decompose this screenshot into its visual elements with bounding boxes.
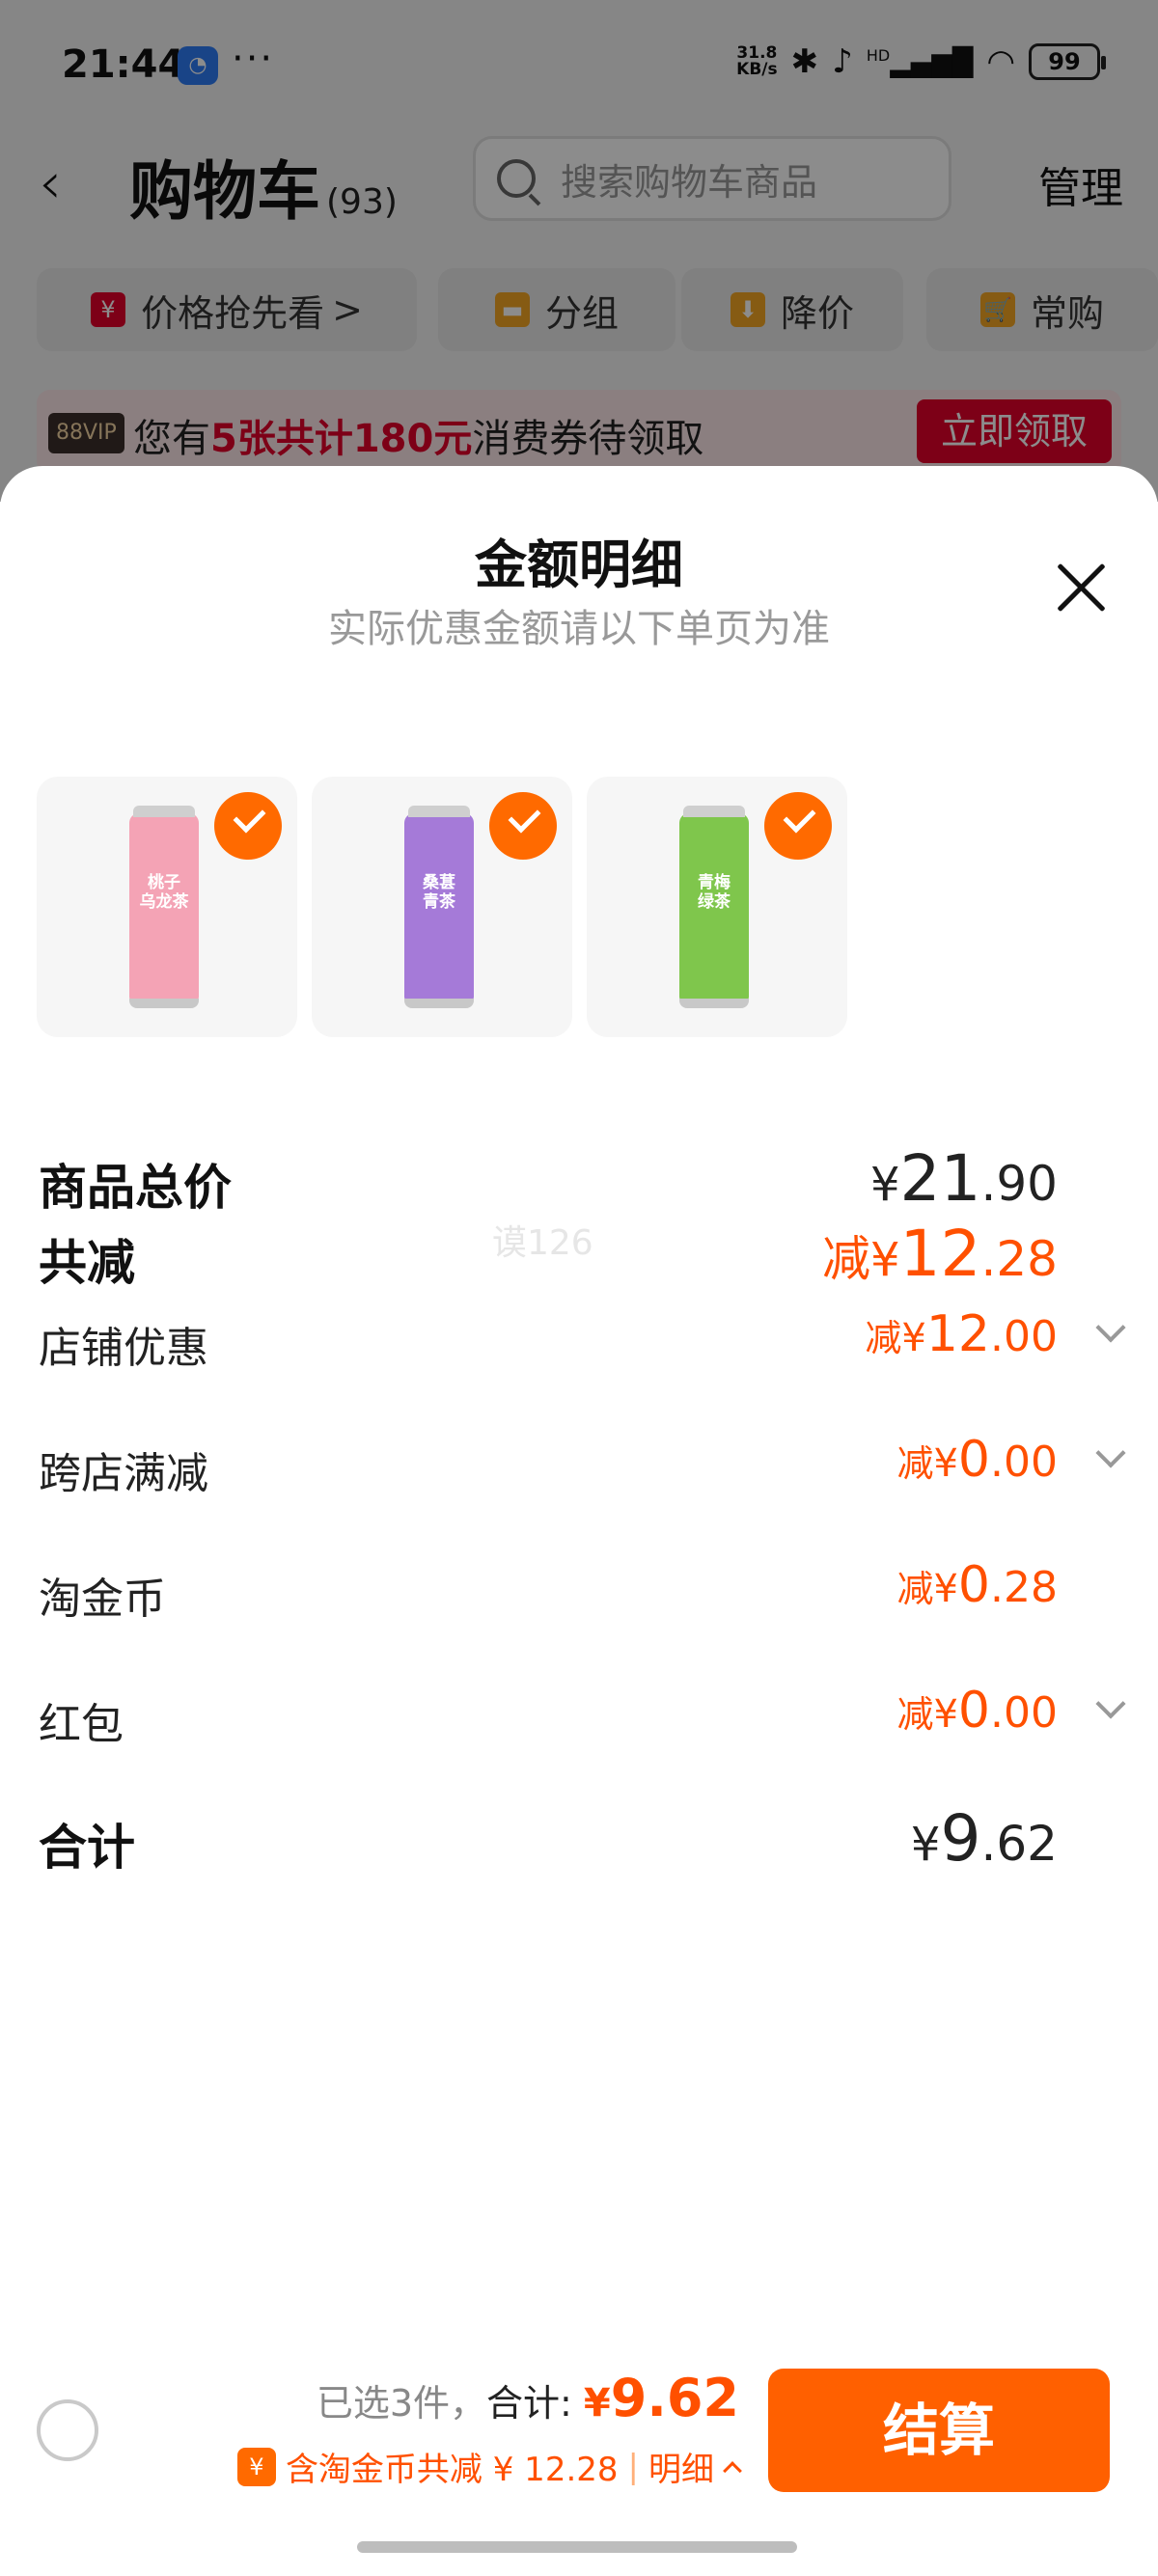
row-label: 淘金币 — [39, 1575, 166, 1624]
checked-icon[interactable] — [489, 792, 557, 860]
row-label: 红包 — [39, 1700, 124, 1749]
row-value: ¥9.62 — [910, 1801, 1058, 1876]
row-value: ¥21.90 — [869, 1141, 1058, 1216]
row-grand-total: 合计 ¥9.62 — [39, 1801, 1129, 1878]
chevron-down-icon[interactable] — [1095, 1438, 1126, 1468]
row-cross-store[interactable]: 跨店满减 减¥0.00 — [39, 1425, 1129, 1502]
chevron-up-icon — [723, 2460, 742, 2480]
product-card[interactable]: 桃子 乌龙茶 — [37, 777, 297, 1037]
checkout-button[interactable]: 结算 — [768, 2369, 1110, 2492]
tao-coin-icon: ¥ — [236, 2447, 276, 2486]
select-all-checkbox[interactable] — [37, 2399, 98, 2461]
close-icon[interactable] — [1052, 558, 1110, 616]
checked-icon[interactable] — [214, 792, 282, 860]
modal-overlay[interactable] — [0, 0, 1158, 502]
row-value: 减¥12.28 — [821, 1217, 1058, 1291]
row-tao-coins: 淘金币 减¥0.28 — [39, 1550, 1129, 1628]
row-value: 减¥0.28 — [896, 1556, 1058, 1614]
selection-summary: 已选3件，合计: ¥9.62 — [316, 2368, 739, 2428]
row-value: 减¥0.00 — [896, 1682, 1058, 1740]
sheet-title: 金额明细 — [475, 534, 683, 595]
row-label: 合计 — [39, 1820, 135, 1876]
row-label: 跨店满减 — [39, 1449, 208, 1498]
row-red-packet[interactable]: 红包 减¥0.00 — [39, 1676, 1129, 1753]
home-indicator[interactable] — [357, 2541, 797, 2553]
checkout-bar: 已选3件，合计: ¥9.62 ¥ 含淘金币共减 ¥ 12.28 | 明细 结算 — [0, 2354, 1158, 2508]
discount-detail-toggle[interactable]: ¥ 含淘金币共减 ¥ 12.28 | 明细 — [236, 2443, 742, 2490]
row-shop-discount[interactable]: 店铺优惠 减¥12.00 — [39, 1300, 1129, 1377]
chevron-down-icon[interactable] — [1095, 1312, 1126, 1343]
row-label: 商品总价 — [39, 1160, 232, 1216]
row-value: 减¥0.00 — [896, 1431, 1058, 1489]
product-card[interactable]: 青梅 绿茶 — [587, 777, 847, 1037]
row-goods-total: 商品总价 ¥21.90 — [39, 1141, 1129, 1219]
product-image: 青梅 绿茶 — [679, 806, 749, 1008]
checked-icon[interactable] — [764, 792, 832, 860]
product-card[interactable]: 桑葚 青茶 — [312, 777, 572, 1037]
chevron-down-icon[interactable] — [1095, 1688, 1126, 1719]
total-price: 9.62 — [610, 2368, 739, 2428]
sheet-subtitle: 实际优惠金额请以下单页为准 — [328, 607, 830, 651]
amount-detail-sheet: 金额明细 实际优惠金额请以下单页为准 桃子 乌龙茶 桑葚 青茶 青梅 绿茶 谟126 … — [0, 466, 1158, 2576]
row-total-discount: 共减 减¥12.28 — [39, 1217, 1129, 1294]
product-image: 桑葚 青茶 — [404, 806, 474, 1008]
row-label: 店铺优惠 — [39, 1324, 208, 1373]
row-value: 减¥12.00 — [865, 1305, 1058, 1363]
product-image: 桃子 乌龙茶 — [129, 806, 199, 1008]
row-label: 共减 — [39, 1235, 135, 1291]
